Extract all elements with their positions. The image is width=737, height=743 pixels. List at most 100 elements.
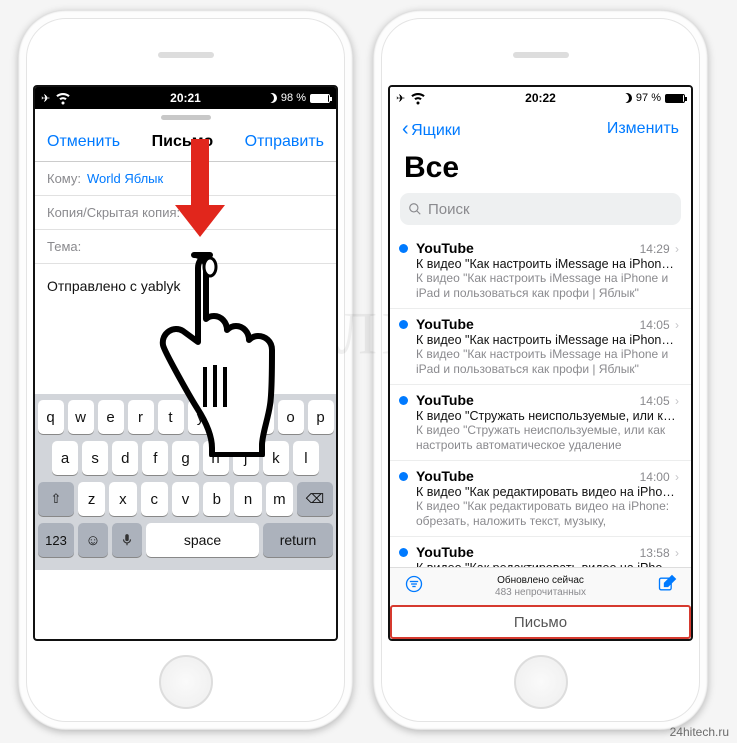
key-f[interactable]: f: [142, 441, 168, 475]
mail-preview: К видео "Как настроить iMessage на iPhon…: [416, 271, 679, 301]
key-g[interactable]: g: [172, 441, 198, 475]
compose-title: Письмо: [152, 133, 213, 151]
chevron-right-icon: ›: [675, 470, 679, 484]
key-l[interactable]: l: [293, 441, 319, 475]
filter-button[interactable]: [404, 574, 424, 599]
mail-subject: К видео "Как редактировать видео на iPho…: [416, 485, 679, 499]
search-input[interactable]: Поиск: [400, 193, 681, 225]
key-p[interactable]: p: [308, 400, 334, 434]
dnd-icon: [622, 93, 632, 103]
battery-percent: 98 %: [281, 92, 306, 104]
numbers-key[interactable]: 123: [38, 523, 74, 557]
source-credit: 24hitech.ru: [670, 725, 729, 739]
space-key[interactable]: space: [146, 523, 259, 557]
key-a[interactable]: a: [52, 441, 78, 475]
edit-button[interactable]: Изменить: [607, 120, 679, 138]
unread-dot-icon: [399, 548, 408, 557]
mail-from: YouTube: [416, 392, 474, 408]
key-i[interactable]: i: [248, 400, 274, 434]
key-k[interactable]: k: [263, 441, 289, 475]
status-bar: ✈︎ 20:22 97 %: [390, 87, 691, 109]
key-z[interactable]: z: [78, 482, 105, 516]
key-j[interactable]: j: [233, 441, 259, 475]
wifi-icon: [409, 88, 427, 109]
wifi-icon: [54, 88, 72, 109]
key-h[interactable]: h: [203, 441, 229, 475]
mail-time: 13:58 ›: [640, 546, 679, 560]
send-button[interactable]: Отправить: [245, 133, 324, 151]
mail-subject: К видео "Стружать неиспользуемые, или ка…: [416, 409, 679, 423]
chevron-right-icon: ›: [675, 242, 679, 256]
draft-label: Письмо: [514, 614, 567, 631]
chevron-right-icon: ›: [675, 394, 679, 408]
key-x[interactable]: x: [109, 482, 136, 516]
key-r[interactable]: r: [128, 400, 154, 434]
phone-speaker: [513, 52, 569, 58]
chevron-right-icon: ›: [675, 546, 679, 560]
emoji-key[interactable]: ☺: [78, 523, 108, 557]
key-e[interactable]: e: [98, 400, 124, 434]
mail-item[interactable]: YouTube14:00 ›К видео "Как редактировать…: [390, 461, 691, 537]
search-placeholder: Поиск: [428, 201, 470, 218]
mail-time: 14:05 ›: [640, 318, 679, 332]
mail-time: 14:05 ›: [640, 394, 679, 408]
shift-key[interactable]: ⇧: [38, 482, 74, 516]
key-v[interactable]: v: [172, 482, 199, 516]
mail-item[interactable]: YouTube 14:29 › К видео "Как настроить iMe…: [390, 233, 691, 309]
key-t[interactable]: t: [158, 400, 184, 434]
home-button[interactable]: [159, 655, 213, 709]
toolbar: Обновлено сейчас 483 непрочитанных: [390, 567, 691, 605]
cancel-button[interactable]: Отменить: [47, 133, 120, 151]
key-y[interactable]: y: [188, 400, 214, 434]
unread-dot-icon: [399, 396, 408, 405]
mail-item[interactable]: YouTube 14:05 ›К видео "Стружать неисполь…: [390, 385, 691, 461]
battery-icon: [310, 94, 330, 103]
inbox-nav: ‹ Ящики Изменить: [390, 109, 691, 149]
dictation-key[interactable]: [112, 523, 142, 557]
key-o[interactable]: o: [278, 400, 304, 434]
battery-icon: [665, 94, 685, 103]
mail-item[interactable]: YouTube14:05 ›К видео "Как настроить iMe…: [390, 309, 691, 385]
unread-dot-icon: [399, 320, 408, 329]
back-button[interactable]: ‹ Ящики: [402, 118, 461, 141]
airplane-icon: ✈︎: [41, 92, 50, 105]
status-time: 20:22: [525, 91, 556, 105]
mail-subject: К видео "Как настроить iMessage на iPhon…: [416, 333, 679, 347]
key-b[interactable]: b: [203, 482, 230, 516]
key-d[interactable]: d: [112, 441, 138, 475]
key-u[interactable]: u: [218, 400, 244, 434]
home-button[interactable]: [514, 655, 568, 709]
compose-body[interactable]: Отправлено с yablyk: [35, 264, 336, 394]
mail-from: YouTube: [416, 468, 474, 484]
chevron-right-icon: ›: [675, 318, 679, 332]
mail-from: YouTube: [416, 240, 474, 256]
phone-left: ✈︎ 20:21 98 % Отменить Письмо: [18, 10, 353, 730]
cc-bcc-field[interactable]: Копия/Скрытая копия:: [35, 196, 336, 230]
phone-right: ✈︎ 20:22 97 % ‹ Ящики Изменить: [373, 10, 708, 730]
return-key[interactable]: return: [263, 523, 333, 557]
mail-from: YouTube: [416, 316, 474, 332]
key-s[interactable]: s: [82, 441, 108, 475]
cc-label: Копия/Скрытая копия:: [47, 205, 180, 220]
mail-list: YouTube 14:29 › К видео "Как настроить iMe…: [390, 233, 691, 613]
subject-field[interactable]: Тема:: [35, 230, 336, 264]
mail-preview: К видео "Как настроить iMessage на iPhon…: [416, 347, 679, 377]
key-m[interactable]: m: [266, 482, 293, 516]
draft-minimized-bar[interactable]: Письмо: [390, 605, 691, 639]
battery-percent: 97 %: [636, 92, 661, 104]
key-w[interactable]: w: [68, 400, 94, 434]
key-q[interactable]: q: [38, 400, 64, 434]
mail-time: 14:29 ›: [640, 242, 679, 256]
key-c[interactable]: c: [141, 482, 168, 516]
to-label: Кому:: [47, 171, 81, 186]
unread-dot-icon: [399, 472, 408, 481]
update-status: Обновлено сейчас 483 непрочитанных: [424, 575, 657, 599]
key-n[interactable]: n: [234, 482, 261, 516]
screen-inbox: ✈︎ 20:22 97 % ‹ Ящики Изменить: [388, 85, 693, 641]
backspace-key[interactable]: ⌫: [297, 482, 333, 516]
sheet-grabber[interactable]: [161, 115, 211, 120]
compose-button[interactable]: [657, 574, 677, 599]
airplane-icon: ✈︎: [396, 92, 405, 105]
to-field[interactable]: Кому: World Яблык: [35, 162, 336, 196]
search-icon: [408, 202, 422, 216]
